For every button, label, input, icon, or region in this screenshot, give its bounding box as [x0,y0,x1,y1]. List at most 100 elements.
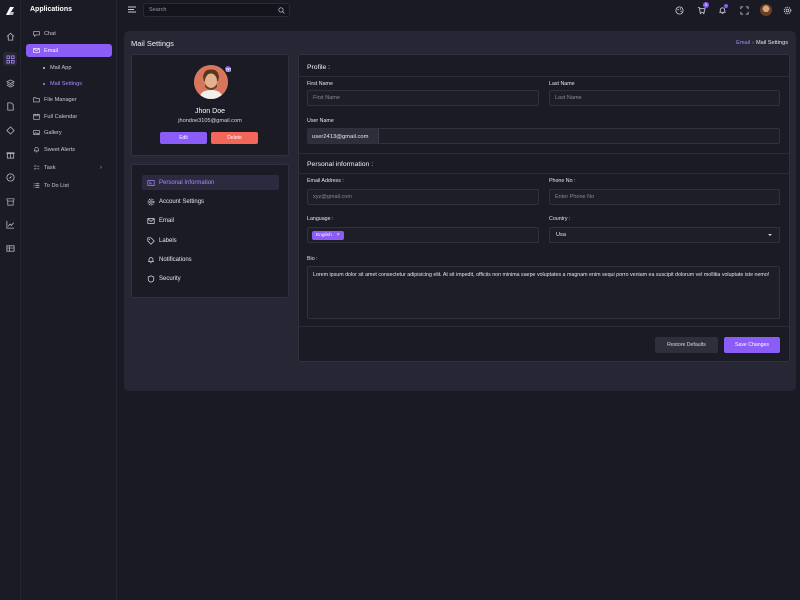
country-label: Country : [549,216,571,222]
settings-icon[interactable] [781,4,793,16]
first-name-input[interactable] [308,91,538,105]
sidebar-item-label: Sweet Alerts [44,146,76,153]
profile-avatar [194,65,228,99]
username-label: User Name [307,118,334,124]
file-icon[interactable] [3,99,17,113]
camera-icon [225,67,231,71]
sidebar-item-task[interactable]: Task › [26,161,112,174]
settings-nav-label: Notifications [159,256,192,263]
sidebar-item-file-manager[interactable]: File Manager [26,93,112,106]
settings-nav-labels[interactable]: Labels [142,233,279,248]
phone-label: Phone No : [549,178,576,184]
page-title: Mail Settings [131,39,174,48]
chat-icon [33,31,40,37]
components-icon[interactable] [3,123,17,137]
profile-card: Jhon Doe jhondoe3105@gmail.com Edit Dele… [131,54,289,156]
user-avatar[interactable] [760,4,772,16]
notification-dot [724,4,728,8]
mail-icon [147,217,155,224]
table-icon[interactable] [3,241,17,255]
bullet-icon [43,66,45,69]
first-name-field-wrapper [307,90,539,106]
profile-section-title: Profile : [307,64,331,71]
save-changes-button[interactable]: Save Changes [724,337,780,353]
gift-icon[interactable] [3,147,17,161]
search-input[interactable] [144,4,264,16]
edit-button[interactable]: Edit [160,132,207,144]
sidebar-item-label: Task [44,164,56,171]
email-field-wrapper [307,189,539,205]
sidebar-item-gallery[interactable]: Gallery [26,126,112,139]
sidebar: Applications Chat Email Mail App Mail Se… [21,0,117,600]
language-label: Language : [307,216,334,222]
sidebar-item-chat[interactable]: Chat [26,27,112,40]
chart-icon[interactable] [3,217,17,231]
sidebar-item-sweet-alerts[interactable]: Sweet Alerts [26,143,112,156]
divider [299,76,789,77]
cart-badge: 5 [703,2,709,8]
shield-icon [147,274,155,283]
fullscreen-icon[interactable] [738,4,750,16]
sidebar-item-label: To Do List [44,182,69,189]
profile-email: jhondoe3105@gmail.com [178,118,242,124]
language-tag-label: English [316,233,332,238]
search-icon[interactable] [278,7,285,14]
menu-toggle-icon[interactable] [128,6,136,13]
divider [299,326,789,327]
sidebar-item-to-do-list[interactable]: To Do List [26,179,112,192]
chevron-down-icon [768,234,772,236]
sidebar-item-mail-app[interactable]: Mail App [26,61,112,74]
bio-text: Lorem ipsum dolor sit amet consectetur a… [313,272,770,278]
divider [299,153,789,154]
remove-tag-icon[interactable]: × [337,231,340,240]
settings-nav-security[interactable]: Security [142,271,279,286]
last-name-input[interactable] [550,91,779,105]
notification-icon[interactable] [716,4,728,16]
palette-icon[interactable] [673,4,685,16]
bio-textarea[interactable]: Lorem ipsum dolor sit amet consectetur a… [307,266,780,319]
task-icon [33,165,40,170]
cart-icon[interactable]: 5 [695,2,709,16]
home-icon[interactable] [3,29,17,43]
sidebar-item-email[interactable]: Email [26,44,112,57]
brand-logo-icon[interactable] [4,5,16,17]
settings-nav-label: Personal Information [159,179,215,186]
id-card-icon [147,179,155,186]
compass-icon[interactable] [3,170,17,184]
main-content: Mail Settings Email › Mail Settings Jhon D… [124,31,796,391]
last-name-field-wrapper [549,90,780,106]
email-input[interactable] [308,190,538,204]
tag-icon [147,236,155,245]
first-name-label: First Name [307,81,333,87]
sidebar-item-full-calendar[interactable]: Full Calendar [26,110,112,123]
bio-label: Bio : [307,256,318,262]
settings-nav-label: Email [159,217,175,224]
settings-nav-label: Account Settings [159,198,205,205]
top-header: 5 [117,0,800,21]
person-photo-icon [194,65,228,99]
phone-input[interactable] [550,190,779,204]
sidebar-item-label: Gallery [44,129,62,136]
store-icon[interactable] [3,194,17,208]
sidebar-item-label: File Manager [44,96,77,103]
settings-nav-account-settings[interactable]: Account Settings [142,194,279,209]
layers-icon[interactable] [3,76,17,90]
icon-rail [0,0,21,600]
language-select[interactable]: English × [307,227,539,243]
restore-defaults-button[interactable]: Restore Defaults [655,337,718,353]
bell-icon [148,256,154,263]
breadcrumb-current: Mail Settings [755,40,788,46]
settings-nav-personal-information[interactable]: Personal Information [142,175,279,190]
settings-nav-notifications[interactable]: Notifications [142,252,279,267]
country-select[interactable]: Usa [549,227,780,243]
sidebar-item-mail-settings[interactable]: Mail Settings [26,77,112,90]
username-value: user2413@gmail.com [308,129,379,143]
settings-nav-email[interactable]: Email [142,213,279,228]
bell-icon [34,147,39,153]
avatar-edit-button[interactable] [224,65,232,73]
mail-icon [33,48,40,53]
delete-button[interactable]: Delete [211,132,258,144]
breadcrumb-link-email[interactable]: Email [736,40,750,46]
sidebar-item-label: Mail App [50,64,72,71]
apps-icon[interactable] [3,52,17,66]
